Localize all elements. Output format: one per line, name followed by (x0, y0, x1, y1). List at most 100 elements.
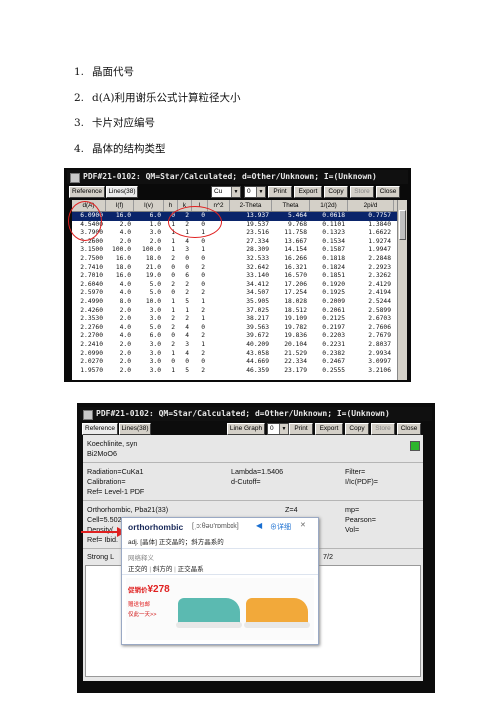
synonym-item[interactable]: 正交晶系 (178, 566, 204, 573)
tab-reference[interactable]: Reference (69, 186, 105, 198)
wavelength-select[interactable]: 0 ▼ (267, 423, 289, 435)
column-header[interactable]: 1/(2d) (310, 200, 348, 211)
table-cell: 21.0 (145, 263, 161, 271)
table-cell: 1 (185, 306, 189, 314)
strong-lines-suffix: 7/2 (323, 552, 333, 561)
tab-lines[interactable]: Lines(38) (106, 186, 138, 198)
table-cell: 0 (201, 323, 205, 331)
speaker-icon[interactable]: ◀ (256, 521, 262, 530)
window-title: PDF#21-0102: QM=Star/Calculated; d=Other… (83, 172, 377, 181)
table-cell: 0 (171, 272, 175, 280)
close-button[interactable]: Close (376, 186, 400, 198)
list-number: 4. (74, 142, 85, 155)
table-row[interactable]: 3.7900 4.0 3.0 1 1 1 23.516 11.758 0.1323 1.6622 (72, 229, 398, 238)
popup-definition: adj. [晶体] 正交晶的；斜方晶系的 (128, 539, 224, 546)
column-header[interactable]: 2-Theta (230, 200, 272, 211)
detail-link[interactable]: ⊕详细 (270, 522, 291, 532)
table-cell: 2 (171, 341, 175, 348)
table-row[interactable]: 2.2410 2.0 3.0 2 3 1 40.209 20.104 0.2231 2.8037 (72, 341, 398, 350)
window-title-bar[interactable]: PDF#21-0102: QM=Star/Calculated; d=Other… (80, 407, 432, 421)
table-row[interactable]: 2.7010 16.0 19.0 0 6 0 33.140 16.570 0.1851 2.326… (72, 272, 398, 281)
table-row[interactable]: 1.9570 2.0 3.0 1 5 2 46.359 23.179 0.2555 3.2106 (72, 367, 398, 376)
table-row[interactable]: 2.7410 18.0 21.0 0 0 2 32.642 16.321 0.1824 2.292… (72, 264, 398, 273)
scrollbar-thumb[interactable] (399, 210, 406, 240)
table-row[interactable]: 6.0900 16.0 6.0 0 2 0 13.937 5.464 0.0618 0.7757 (72, 212, 398, 221)
copy-button[interactable]: Copy (324, 186, 348, 198)
vol-field: Vol= (345, 525, 360, 534)
table-cell: 2 (171, 323, 175, 331)
table-cell: 0.2061 (322, 306, 345, 314)
column-header[interactable]: Theta (272, 200, 310, 211)
question-list: 1. 晶面代号 2. d(A)利用谢乐公式计算粒径大小 3. 卡片对应编号 4. 晶体的… (74, 64, 241, 166)
export-button[interactable]: Export (294, 186, 322, 198)
table-cell: 2.2700 (80, 332, 103, 340)
store-button[interactable]: Store (371, 423, 395, 435)
dictionary-popup[interactable]: orthorhombic [ˌɔ:θəʊ'rɒmbɪk] ◀ ⊕详细 ✕ adj… (121, 517, 319, 645)
table-row[interactable]: 2.4260 2.0 3.0 1 1 2 37.025 18.512 0.2061 2.5899 (72, 307, 398, 316)
table-row[interactable]: 2.0990 2.0 3.0 1 4 2 43.058 21.529 0.2382 2.9934 (72, 350, 398, 359)
table-cell: 2.2410 (80, 341, 103, 348)
table-cell: 22.334 (284, 358, 307, 366)
table-cell: 2.9934 (368, 349, 391, 357)
table-cell: 13.667 (284, 237, 307, 245)
column-header[interactable]: 2pi/d (348, 200, 394, 211)
table-row[interactable]: 3.1500 100.0 100.0 1 3 1 28.309 14.154 0.1587 1.9… (72, 246, 398, 255)
table-row[interactable]: 2.0270 2.0 3.0 0 0 0 44.669 22.334 0.2467 3.0997 (72, 358, 398, 367)
table-cell: 23.516 (246, 229, 269, 237)
table-cell: 16.0 (115, 272, 131, 280)
table-cell: 2.4260 (80, 306, 103, 314)
table-row[interactable]: 3.2600 2.0 2.0 1 4 0 27.334 13.667 0.1534 1.9274 (72, 238, 398, 247)
table-row[interactable]: 2.3530 2.0 3.0 2 2 1 38.217 19.109 0.2125 2.6703 (72, 315, 398, 324)
synonym-item[interactable]: 正交的 (128, 566, 148, 573)
table-cell: 1 (201, 341, 205, 348)
table-cell: 0.7757 (368, 212, 391, 219)
chevron-down-icon: ▼ (279, 424, 288, 434)
store-button[interactable]: Store (350, 186, 374, 198)
table-cell: 1 (201, 298, 205, 305)
copy-button[interactable]: Copy (345, 423, 369, 435)
red-arrow-icon (81, 527, 126, 537)
table-cell: 2.4129 (368, 280, 391, 288)
tab-lines[interactable]: Lines(38) (119, 423, 151, 435)
table-cell: 5 (185, 366, 189, 374)
table-row[interactable]: 4.5400 2.0 1.0 1 2 0 19.537 9.768 0.1101 1.3840 (72, 221, 398, 230)
table-cell: 1 (171, 246, 175, 254)
table-cell: 38.217 (246, 315, 269, 323)
table-cell: 14.154 (284, 246, 307, 254)
close-button[interactable]: Close (397, 423, 421, 435)
table-cell: 0 (201, 358, 205, 366)
radiation-select[interactable]: Cu ▼ (211, 186, 241, 198)
list-text: 卡片对应编号 (92, 117, 155, 129)
table-cell: 2 (201, 306, 205, 314)
table-cell: 0.1920 (322, 280, 345, 288)
synonym-item[interactable]: 斜方的 (153, 566, 173, 573)
ad-banner[interactable]: 促销价¥278 赠送包邮 仅此一天>> (126, 578, 314, 640)
close-icon[interactable]: ✕ (300, 521, 306, 529)
print-button[interactable]: Print (268, 186, 292, 198)
window-title-bar[interactable]: PDF#21-0102: QM=Star/Calculated; d=Other… (67, 170, 408, 184)
table-row[interactable]: 2.4990 8.0 10.0 1 5 1 35.905 18.028 0.2009 2.5244 (72, 298, 398, 307)
table-cell: 0.1587 (322, 246, 345, 254)
print-button[interactable]: Print (289, 423, 313, 435)
column-header[interactable]: I(f) (106, 200, 134, 211)
export-button[interactable]: Export (315, 423, 343, 435)
table-cell: 3.0 (149, 358, 161, 366)
column-header[interactable]: I(v) (134, 200, 164, 211)
table-cell: 0.1101 (322, 220, 345, 228)
table-cell: 2 (185, 315, 189, 323)
table-cell: 0.2125 (322, 315, 345, 323)
ad-price-label: 促销价 (128, 587, 148, 594)
table-cell: 2.0 (149, 237, 161, 245)
tab-reference[interactable]: Reference (82, 423, 118, 435)
table-cell: 1.9274 (368, 237, 391, 245)
window-icon (83, 410, 93, 420)
table-cell: 0 (201, 272, 205, 280)
table-row[interactable]: 2.6040 4.0 5.0 2 2 0 34.412 17.206 0.1920 2.4129 (72, 281, 398, 290)
vertical-scrollbar[interactable] (397, 200, 407, 380)
table-row[interactable]: 2.2760 4.0 5.0 2 4 0 39.563 19.782 0.2197 2.7606 (72, 324, 398, 333)
table-row[interactable]: 2.5970 4.0 5.0 0 2 2 34.507 17.254 0.1925 2.4194 (72, 289, 398, 298)
wavelength-select[interactable]: 0 ▼ (244, 186, 266, 198)
table-row[interactable]: 2.2700 4.0 6.0 0 4 2 39.672 19.836 0.2203 2.7679 (72, 332, 398, 341)
table-row[interactable]: 2.7500 16.0 18.0 2 0 0 32.533 16.266 0.1818 2.284… (72, 255, 398, 264)
line-graph-button[interactable]: Line Graph (227, 423, 265, 435)
